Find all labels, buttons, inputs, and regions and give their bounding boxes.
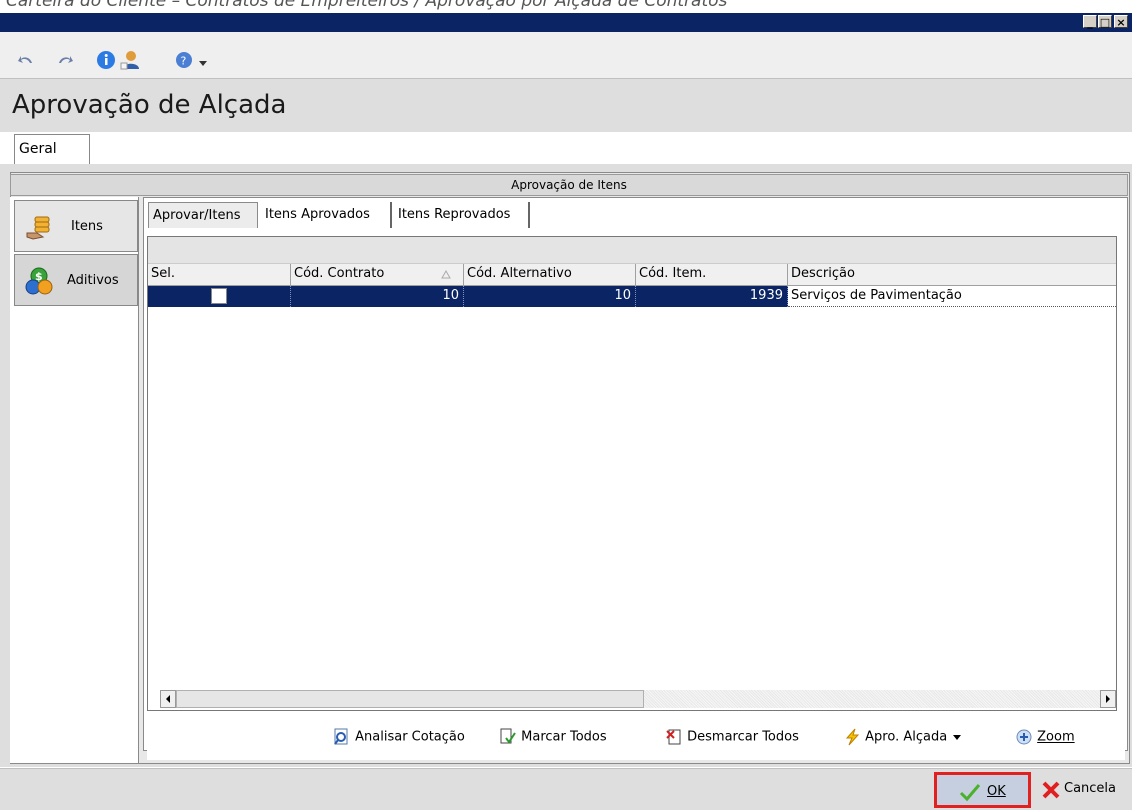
apro-alcada-button[interactable]: Apro. Alçada: [843, 728, 963, 746]
dropdown-arrow-icon: [953, 735, 962, 740]
marcar-todos-label: Marcar Todos: [521, 729, 607, 745]
column-header-descricao[interactable]: Descrição: [788, 264, 1116, 286]
subtab-aprovar-itens[interactable]: Aprovar/Itens: [148, 202, 258, 228]
subtab-label: Itens Reprovados: [398, 207, 511, 222]
lightning-icon: [845, 728, 860, 746]
zoom-label: Zoom: [1037, 729, 1075, 745]
undo-icon[interactable]: [16, 50, 36, 70]
minimize-icon: _: [1087, 16, 1093, 29]
footer-bar: OK Cancela: [0, 768, 1132, 810]
marcar-todos-button[interactable]: Marcar Todos: [499, 728, 607, 746]
help-icon[interactable]: ?: [174, 50, 194, 70]
column-header-contrato[interactable]: Cód. Contrato: [291, 264, 464, 286]
apro-alcada-label: Apro. Alçada: [865, 729, 948, 745]
currency-icon: $: [25, 267, 53, 295]
scroll-track[interactable]: [644, 690, 1100, 708]
grid-action-bar: Analisar Cotação Marcar Todos Desmarcar …: [147, 716, 1125, 760]
desmarcar-todos-label: Desmarcar Todos: [687, 729, 799, 745]
page-title: Aprovação de Alçada: [12, 90, 287, 120]
arrow-right-icon: [1106, 695, 1110, 703]
sidebar-item-label: Aditivos: [67, 273, 119, 288]
analisar-cotacao-button[interactable]: Analisar Cotação: [333, 728, 465, 746]
dropdown-arrow-icon[interactable]: [198, 56, 208, 70]
tab-geral[interactable]: Geral: [14, 134, 90, 164]
sidebar-item-label: Itens: [71, 219, 103, 234]
window-caption: Carteira do Cliente – Contratos de Empre…: [6, 0, 728, 11]
main-area: Aprovação de Itens Itens $ Aditivos Apro…: [0, 164, 1132, 767]
svg-text:?: ?: [181, 55, 187, 68]
close-button[interactable]: ×: [1114, 15, 1128, 29]
subtab-label: Itens Aprovados: [265, 207, 370, 222]
ok-label: OK: [987, 784, 1006, 799]
tab-strip: Geral: [0, 132, 1132, 164]
subtab-itens-reprovados[interactable]: Itens Reprovados: [394, 202, 530, 228]
cell-sel[interactable]: [148, 286, 291, 307]
column-header-sel[interactable]: Sel.: [148, 264, 291, 286]
cell-descricao: Serviços de Pavimentação: [788, 286, 1116, 307]
maximize-icon: □: [1099, 16, 1111, 29]
column-header-alternativo[interactable]: Cód. Alternativo: [464, 264, 636, 286]
section-title: Aprovação de Itens: [10, 174, 1128, 196]
zoom-icon: [1016, 729, 1032, 745]
checkmark-icon: [959, 784, 981, 802]
tab-geral-label: Geral: [19, 141, 57, 157]
scroll-right-button[interactable]: [1100, 690, 1116, 708]
sidebar-item-aditivos[interactable]: $ Aditivos: [14, 254, 138, 306]
maximize-button[interactable]: □: [1098, 15, 1112, 29]
analisar-cotacao-label: Analisar Cotação: [355, 729, 465, 745]
cell-item: 1939: [636, 286, 788, 307]
column-header-item[interactable]: Cód. Item.: [636, 264, 788, 286]
minimize-button[interactable]: _: [1083, 15, 1097, 29]
subtab-itens-aprovados[interactable]: Itens Aprovados: [261, 202, 392, 228]
column-header-label: Cód. Contrato: [294, 266, 385, 281]
desmarcar-todos-button[interactable]: Desmarcar Todos: [665, 728, 799, 746]
toolbar: ?: [0, 32, 1132, 78]
check-document-icon: [500, 728, 516, 744]
window-title-bar: _ □ ×: [0, 13, 1132, 32]
sort-ascending-icon: [441, 270, 451, 279]
x-icon: [1042, 781, 1060, 799]
cell-contrato: 10: [291, 286, 464, 307]
sidebar-item-itens[interactable]: Itens: [14, 200, 138, 252]
subtab-label: Aprovar/Itens: [153, 208, 241, 223]
close-icon: ×: [1116, 16, 1126, 29]
coins-hand-icon: [26, 216, 50, 240]
ok-button[interactable]: OK: [934, 772, 1031, 808]
scroll-thumb[interactable]: [176, 690, 644, 708]
cancel-button[interactable]: Cancela: [1040, 772, 1128, 808]
scroll-left-button[interactable]: [160, 690, 176, 708]
group-panel: [148, 237, 1116, 264]
horizontal-scrollbar[interactable]: [160, 690, 1117, 710]
zoom-button[interactable]: Zoom: [1015, 728, 1075, 746]
search-document-icon: [334, 728, 348, 745]
row-checkbox[interactable]: [211, 288, 227, 304]
redo-icon[interactable]: [55, 50, 75, 70]
arrow-left-icon: [166, 695, 170, 703]
user-icon[interactable]: [120, 50, 140, 70]
items-grid: Sel. Cód. Contrato Cód. Alternativo Cód.…: [147, 236, 1117, 711]
info-icon[interactable]: [96, 50, 116, 70]
cell-alternativo: 10: [464, 286, 636, 307]
uncheck-document-icon: [666, 729, 681, 745]
table-row[interactable]: 10 10 1939 Serviços de Pavimentação: [148, 286, 1116, 307]
cancel-label: Cancela: [1064, 781, 1117, 796]
page-header: Aprovação de Alçada: [0, 78, 1132, 133]
